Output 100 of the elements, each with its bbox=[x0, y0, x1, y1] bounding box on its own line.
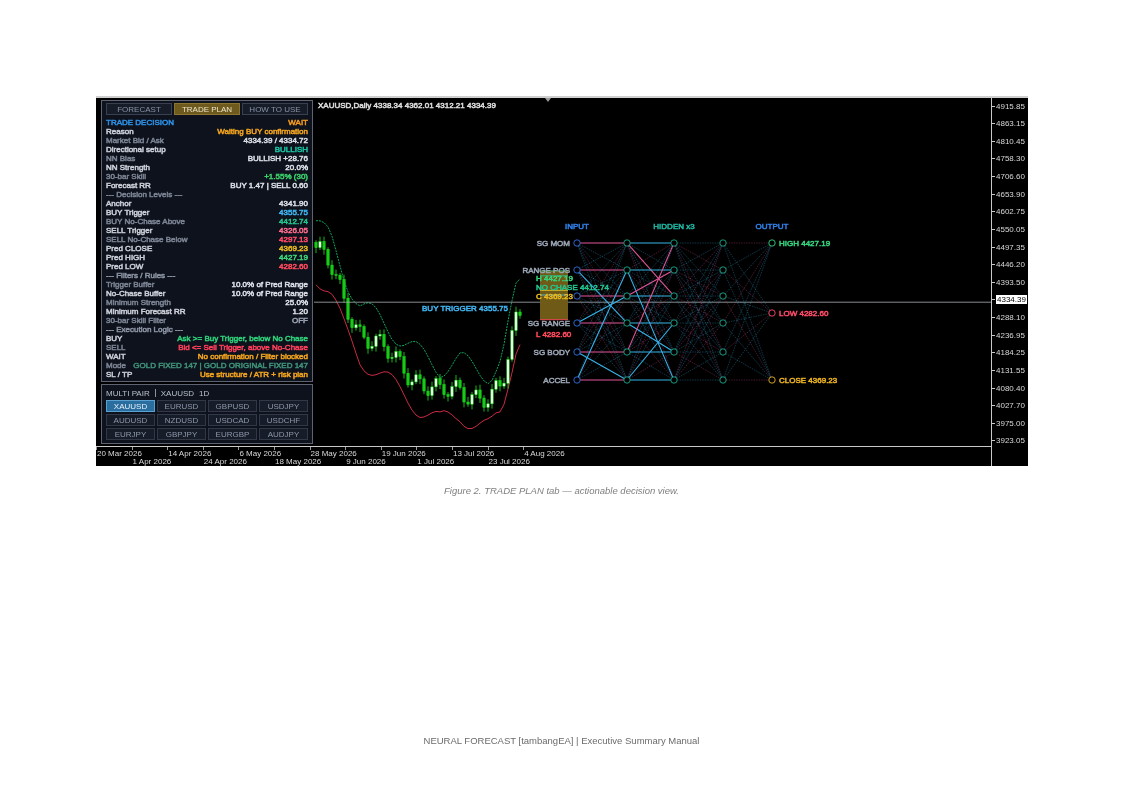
price-label: 4810.45 bbox=[996, 136, 1025, 146]
price-label: 4288.10 bbox=[996, 313, 1025, 322]
date-label: 20 Mar 2026 bbox=[97, 450, 142, 458]
row-value: 4412.74 bbox=[279, 217, 308, 226]
pair-button[interactable]: AUDUSD bbox=[106, 414, 155, 426]
row-label: Trigger Buffer bbox=[106, 280, 155, 289]
row-value: 4326.05 bbox=[279, 226, 308, 235]
date-label: 1 Apr 2026 bbox=[132, 458, 172, 466]
layer-title: INPUT bbox=[565, 222, 589, 231]
row-label: Pred CLOSE bbox=[106, 244, 153, 253]
row-label: SL / TP bbox=[106, 370, 133, 379]
pair-button[interactable]: GBPUSD bbox=[208, 400, 257, 412]
row-label: SELL No-Chase Below bbox=[106, 235, 188, 244]
row-value: BULLISH +28.76 bbox=[247, 154, 308, 163]
triangle-marker-icon bbox=[545, 98, 551, 102]
level-label: BUY TRIGGER 4355.75 bbox=[422, 304, 508, 313]
row-value: BULLISH bbox=[274, 145, 308, 154]
pair-button[interactable]: USDCAD bbox=[208, 414, 257, 426]
row-label: TRADE DECISION bbox=[106, 118, 174, 127]
price-label: 4027.70 bbox=[996, 401, 1025, 411]
pair-button[interactable]: EURUSD bbox=[157, 400, 206, 412]
row-label: Directional setup bbox=[106, 145, 166, 154]
price-label: 4915.85 bbox=[996, 101, 1025, 111]
pair-button[interactable]: USDJPY bbox=[259, 400, 308, 412]
row-value: 4334.39 / 4334.72 bbox=[243, 136, 308, 145]
price-label: 4706.60 bbox=[996, 172, 1025, 181]
row-label: Pred HIGH bbox=[106, 253, 146, 262]
date-label: 4 Aug 2026 bbox=[524, 450, 565, 458]
row-value: No confirmation / Filter blocked bbox=[197, 352, 308, 361]
price-label: 4236.95 bbox=[996, 330, 1025, 340]
date-label: 14 Apr 2026 bbox=[168, 450, 212, 458]
date-label: 23 Jul 2026 bbox=[488, 458, 530, 466]
row-value: 4297.13 bbox=[279, 235, 308, 244]
section-heading: --- Decision Levels --- bbox=[106, 190, 183, 199]
row-label: Reason bbox=[106, 127, 134, 136]
row-value: 4341.90 bbox=[279, 199, 308, 208]
price-label: 4080.40 bbox=[996, 383, 1025, 393]
pair-button[interactable]: AUDJPY bbox=[259, 428, 308, 440]
price-label: 4653.90 bbox=[996, 189, 1025, 199]
price-label: 4393.50 bbox=[996, 277, 1025, 287]
bearish-candle bbox=[314, 239, 318, 254]
row-label: Pred LOW bbox=[106, 262, 144, 271]
input-label: SG MOM bbox=[536, 239, 570, 248]
row-label: Market Bid / Ask bbox=[106, 136, 164, 145]
row-value: 1.20 bbox=[292, 307, 308, 316]
tab[interactable]: FORECAST bbox=[106, 103, 172, 115]
date-label: 13 Jul 2026 bbox=[452, 450, 495, 458]
input-label: RANGE POS bbox=[522, 266, 570, 275]
date-label: 24 Apr 2026 bbox=[203, 458, 247, 466]
bearish-candle bbox=[498, 375, 502, 392]
section-heading: --- Execution Logic --- bbox=[106, 325, 183, 334]
output-label: LOW 4282.60 bbox=[779, 309, 829, 318]
row-label: 30-bar Skill bbox=[106, 172, 146, 181]
price-label: 3923.05 bbox=[996, 436, 1025, 446]
pair-button[interactable]: EURJPY bbox=[106, 428, 155, 440]
price-label: 4497.35 bbox=[996, 242, 1025, 252]
price-label: 4758.30 bbox=[996, 154, 1025, 164]
pair-button[interactable]: USDCHF bbox=[259, 414, 308, 426]
row-value: BUY 1.47 | SELL 0.60 bbox=[230, 181, 308, 190]
pair-button[interactable]: XAUUSD bbox=[106, 400, 155, 412]
row-value: GOLD FIXED 147 | GOLD ORIGINAL FIXED 147 bbox=[133, 361, 308, 370]
price-label: 3975.00 bbox=[996, 418, 1025, 428]
row-label: WAIT bbox=[106, 352, 126, 361]
row-value: OFF bbox=[292, 316, 308, 325]
bullish-candle bbox=[354, 319, 358, 332]
panel-heading: MULTI PAIR bbox=[106, 388, 150, 398]
date-label: 9 Jun 2026 bbox=[346, 458, 386, 466]
price-label: 4184.25 bbox=[996, 348, 1025, 358]
level-label: L 4282.60 bbox=[536, 330, 572, 339]
bearish-candle bbox=[518, 308, 522, 320]
row-label: Minimum Forecast RR bbox=[106, 307, 186, 316]
row-value: 25.0% bbox=[285, 298, 308, 307]
row-value: +1.55% (30) bbox=[264, 172, 308, 181]
row-label: Forecast RR bbox=[106, 181, 151, 190]
input-label: ACCEL bbox=[543, 376, 570, 385]
page-footer: NEURAL FORECAST [tambangEA] | Executive Summary Manual bbox=[423, 735, 700, 746]
output-label: CLOSE 4369.23 bbox=[779, 376, 838, 385]
row-label: BUY No-Chase Above bbox=[106, 217, 185, 226]
row-value: 4427.19 bbox=[279, 253, 308, 262]
input-label: SG BODY bbox=[533, 348, 570, 357]
row-value: Waiting BUY confirmation bbox=[217, 127, 308, 136]
date-label: 28 May 2026 bbox=[310, 450, 357, 458]
tab[interactable]: TRADE PLAN bbox=[174, 103, 240, 115]
pair-button[interactable]: GBPJPY bbox=[157, 428, 206, 440]
price-label: 4550.05 bbox=[996, 224, 1025, 234]
symbol-label: XAUUSD bbox=[160, 388, 195, 398]
row-value: Use structure / ATR + risk plan bbox=[199, 370, 308, 379]
row-value: 4369.23 bbox=[279, 244, 308, 253]
figure-caption: Figure 2. TRADE PLAN tab — actionable decision view. bbox=[444, 485, 679, 496]
chart-title: XAUUSD,Daily 4338.34 4362.01 4312.21 4334.39 bbox=[318, 101, 496, 110]
pair-button[interactable]: EURGBP bbox=[208, 428, 257, 440]
date-label: 6 May 2026 bbox=[239, 450, 282, 458]
row-label: BUY bbox=[106, 334, 123, 343]
row-label: NN Bias bbox=[106, 154, 136, 163]
pair-button[interactable]: NZDUSD bbox=[157, 414, 206, 426]
tab[interactable]: HOW TO USE bbox=[242, 103, 308, 115]
bullish-candle bbox=[318, 236, 322, 251]
section-heading: --- Filters / Rules --- bbox=[106, 271, 176, 280]
price-label: 4602.75 bbox=[996, 207, 1025, 217]
row-value: 10.0% of Pred Range bbox=[231, 289, 308, 298]
